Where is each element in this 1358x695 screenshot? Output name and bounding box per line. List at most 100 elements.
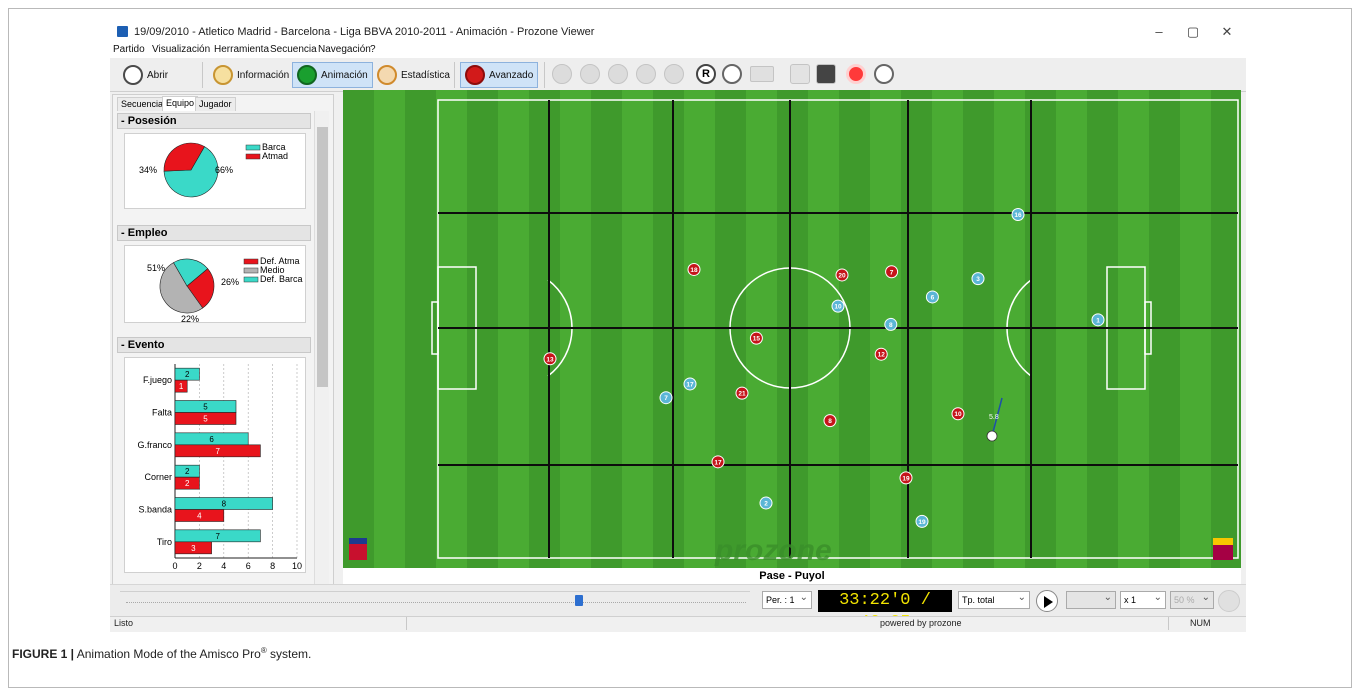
toolbar: Abrir Información Animación Estadística … <box>110 58 1246 92</box>
evento-header[interactable]: - Evento <box>117 337 311 353</box>
atmad-player[interactable]: 19 <box>899 471 913 485</box>
open-button[interactable]: Abrir <box>118 62 173 88</box>
stats-button[interactable]: Estadística <box>372 62 455 88</box>
barca-player[interactable]: 6 <box>925 290 939 304</box>
ball-icon[interactable] <box>986 430 998 442</box>
barca-player-number: 10 <box>834 304 842 311</box>
menu-navegacion[interactable]: Navegación <box>318 44 371 55</box>
atmad-player[interactable]: 20 <box>835 268 849 282</box>
posesion-header[interactable]: - Posesión <box>117 113 311 129</box>
x-tick-label: 0 <box>172 561 177 571</box>
atmad-player[interactable]: 15 <box>749 331 763 345</box>
tab-secuencia[interactable]: Secuencia <box>117 97 168 111</box>
menu-visualizacion[interactable]: Visualización <box>152 44 210 55</box>
minimize-button[interactable]: – <box>1140 22 1178 42</box>
atmad-player-number: 10 <box>954 411 962 418</box>
animation-icon <box>297 65 317 85</box>
status-center: powered by prozone <box>880 618 962 628</box>
timeline-track <box>126 602 746 603</box>
timeline-slider[interactable] <box>120 591 750 609</box>
barca-player[interactable]: 17 <box>683 377 697 391</box>
field-view-icon[interactable] <box>750 66 774 82</box>
print-icon[interactable] <box>790 64 810 84</box>
collapse-minus: - <box>121 227 128 239</box>
category-label: S.banda <box>138 505 172 515</box>
empleo-chart: Def. Atma Medio Def. Barca 51% 26% 22% <box>124 245 306 324</box>
atletico-logo <box>349 538 367 560</box>
advanced-icon <box>465 65 485 85</box>
replay-r-button[interactable]: R <box>696 64 716 84</box>
caption-text: Animation Mode of the Amisco Pro <box>74 647 261 661</box>
disabled-action-icon <box>1218 590 1240 612</box>
record-icon[interactable] <box>846 64 866 84</box>
atmad-player[interactable]: 13 <box>543 352 557 366</box>
atmad-player[interactable]: 17 <box>711 455 725 469</box>
evento-chart: 0 2 4 6 8 10 F.juego 2 1 Falta 5 5 G.franco 6 7 Corner 2… <box>124 357 306 573</box>
player-tool-icon[interactable] <box>580 64 600 84</box>
barca-player[interactable]: 2 <box>759 496 773 510</box>
legend-swatch-atmad <box>245 153 261 160</box>
camera-icon[interactable] <box>816 64 836 84</box>
barcelona-logo <box>1213 538 1233 560</box>
barca-player-number: 17 <box>686 381 694 388</box>
player-tool-icon[interactable] <box>636 64 656 84</box>
tab-jugador[interactable]: Jugador <box>195 97 236 111</box>
barca-player-number: 2 <box>764 501 768 508</box>
x-tick-label: 8 <box>270 561 275 571</box>
legend-swatch-def-barca <box>243 276 259 283</box>
home-icon <box>213 65 233 85</box>
time-mode-select[interactable]: Tp. total <box>958 590 1030 609</box>
barca-player[interactable]: 10 <box>831 299 845 313</box>
empleo-header[interactable]: - Empleo <box>117 225 311 241</box>
menu-partido[interactable]: Partido <box>113 44 145 55</box>
barca-player[interactable]: 16 <box>1011 208 1025 221</box>
period-select[interactable]: Per. : 1 <box>762 590 812 609</box>
atmad-player-number: 18 <box>690 267 698 274</box>
tab-equipo[interactable]: Equipo <box>162 96 199 111</box>
close-button[interactable]: ✕ <box>1208 22 1246 42</box>
atmad-player[interactable]: 12 <box>874 347 888 361</box>
atmad-player[interactable]: 18 <box>687 262 701 276</box>
info-arrow-icon[interactable] <box>874 64 894 84</box>
barca-player[interactable]: 7 <box>659 391 673 405</box>
match-clock: 33:22'0 / 46:05 <box>818 590 952 632</box>
atmad-player[interactable]: 8 <box>823 414 837 428</box>
panel-scrollbar[interactable] <box>314 111 329 587</box>
status-bar: Listo powered by prozone NUM <box>110 616 1246 630</box>
menu-herramienta[interactable]: Herramienta <box>214 44 269 55</box>
animation-button[interactable]: Animación <box>292 62 373 88</box>
pitch-view[interactable]: prozone 5.8 2 17 3 16 6 10 8 1 7 19 18 20 7 15 12 13 21 8… <box>343 90 1241 568</box>
category-label: Tiro <box>157 537 172 547</box>
atmad-player[interactable]: 10 <box>951 407 965 421</box>
bar-label-atmad: 3 <box>191 544 196 553</box>
player-tool-icon[interactable] <box>608 64 628 84</box>
barca-player[interactable]: 8 <box>884 317 898 331</box>
info-button[interactable]: Información <box>208 62 294 88</box>
player-tool-icon[interactable] <box>552 64 572 84</box>
menu-help[interactable]: ? <box>370 44 376 55</box>
pie-label-medio: 51% <box>147 263 165 273</box>
atmad-player[interactable]: 7 <box>885 265 899 279</box>
barca-player[interactable]: 19 <box>915 514 929 528</box>
posesion-chart: Barca Atmad 34% 66% <box>124 133 306 209</box>
play-button[interactable] <box>1036 590 1058 612</box>
restore-button[interactable]: ▢ <box>1174 22 1212 42</box>
player-tool-icon[interactable] <box>664 64 684 84</box>
barca-player[interactable]: 3 <box>971 272 985 286</box>
toolbar-separator <box>454 62 455 88</box>
menu-secuencia[interactable]: Secuencia <box>270 44 317 55</box>
pitch-svg[interactable]: prozone 5.8 217316610817191820 7151213218… <box>343 90 1241 568</box>
advanced-button[interactable]: Avanzado <box>460 62 539 88</box>
x-tick-label: 6 <box>246 561 251 571</box>
timeline-knob[interactable] <box>574 595 583 606</box>
eject-icon <box>123 65 143 85</box>
animation-label: Animación <box>321 69 368 81</box>
atmad-player[interactable]: 21 <box>735 386 749 400</box>
barca-player[interactable]: 1 <box>1091 313 1105 327</box>
scrollbar-thumb[interactable] <box>317 127 328 387</box>
bar-label-barca: 5 <box>203 403 208 412</box>
playback-controls: Per. : 1 33:22'0 / 46:05 Tp. total x 1 5… <box>110 584 1246 632</box>
zoom-icon[interactable] <box>722 64 742 84</box>
atmad-player-number: 7 <box>890 269 894 276</box>
speed-select[interactable]: x 1 <box>1120 590 1166 609</box>
